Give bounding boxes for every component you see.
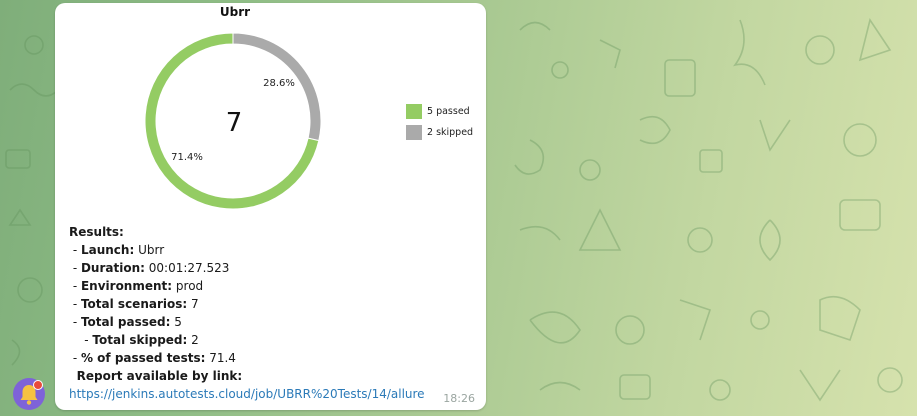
legend-item-passed: 5 passed [406,101,473,122]
legend-item-skipped: 2 skipped [406,122,473,143]
legend-swatch-passed [406,104,422,119]
results-heading: Results: [69,225,124,239]
total-skipped-line: - Total skipped: 2 [69,333,199,347]
center-total-value: 7 [226,108,243,138]
results-text: Results: - Launch: Ubrr - Duration: 00:0… [69,223,242,385]
environment-line: - Environment: prod [69,279,204,293]
allure-report-chart: Ubrr 7 28.6% 71.4% 5 passed 2 skipped [55,3,486,218]
message-time: 18:26 [443,392,475,405]
donut-chart: 7 28.6% 71.4% [144,32,322,210]
skipped-percent-label: 28.6% [263,78,295,89]
report-label-line: Report available by link: [76,369,243,383]
bot-avatar[interactable] [13,378,45,410]
message-bubble: Ubrr 7 28.6% 71.4% 5 passed 2 skipped Re… [55,3,486,410]
passed-percent-label: 71.4% [171,152,203,163]
total-scenarios-line: - Total scenarios: 7 [69,297,199,311]
duration-line: - Duration: 00:01:27.523 [69,261,230,275]
legend-label-passed: 5 passed [427,106,470,117]
legend-swatch-skipped [406,125,422,140]
total-passed-line: - Total passed: 5 [69,315,182,329]
notification-badge [33,380,43,390]
passed-percent-line: - % of passed tests: 71.4 [69,351,236,365]
allure-report-link[interactable]: https://jenkins.autotests.cloud/job/UBRR… [69,387,425,401]
chart-legend: 5 passed 2 skipped [406,101,473,143]
launch-line: - Launch: Ubrr [69,243,165,257]
legend-label-skipped: 2 skipped [427,127,474,138]
